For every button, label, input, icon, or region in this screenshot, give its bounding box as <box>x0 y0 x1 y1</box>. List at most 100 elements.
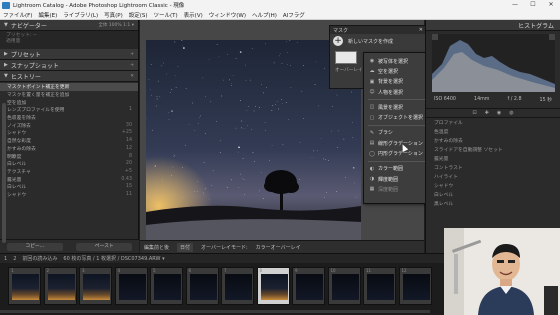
thumbnail-number: 4 <box>117 268 121 273</box>
snapshots-header[interactable]: ▶ スナップショット + <box>0 60 138 71</box>
adjustment-row[interactable]: ハイライト <box>426 172 560 181</box>
menu-photo[interactable]: 写真(P) <box>104 11 123 19</box>
filmstrip-thumbnail[interactable]: 11 <box>363 267 396 305</box>
new-mask-row[interactable]: + 新しいマスクを作成 <box>330 34 426 48</box>
left-panel-scrollbar[interactable] <box>2 103 6 243</box>
close-button[interactable]: ✕ <box>542 0 560 10</box>
filmstrip-thumbnail[interactable]: 2 <box>43 267 77 305</box>
history-clear-icon[interactable]: ✕ <box>130 74 134 79</box>
filmstrip-thumbnail[interactable]: 12 <box>398 267 432 305</box>
menu-library[interactable]: ライブラリ(L) <box>63 11 98 19</box>
source-label[interactable]: 前回の読み込み <box>22 255 57 262</box>
filmstrip-thumbnail[interactable]: 7 <box>221 267 254 305</box>
presets-add-icon[interactable]: + <box>130 52 134 57</box>
menu-tools[interactable]: ツール(T) <box>154 11 178 19</box>
filmstrip-thumbnail[interactable]: 8 <box>256 267 290 305</box>
history-item[interactable]: かすみの除去 12 <box>0 145 138 153</box>
menu-help[interactable]: ヘルプ(H) <box>252 11 277 19</box>
history-item[interactable]: シャドウ 11 <box>0 191 138 199</box>
brush-icon: ✎ <box>369 129 375 136</box>
add-mask-icon[interactable]: + <box>333 36 343 46</box>
shutter-readout: 15 秒 <box>539 98 552 103</box>
adjustment-row[interactable]: 黒レベル <box>426 199 560 208</box>
navigator-zoom-options[interactable]: 全体 100% 1:1 ▾ <box>98 22 134 28</box>
window-controls: — ☐ ✕ <box>506 0 560 10</box>
filmstrip-thumbnail[interactable]: 1 <box>8 267 41 305</box>
close-icon[interactable]: ✕ <box>419 27 423 33</box>
history-item[interactable]: 色収差を除去 <box>0 114 138 122</box>
filmstrip-thumbnail[interactable]: 6 <box>185 267 219 305</box>
history-item[interactable]: 空を追加 <box>0 98 138 106</box>
history-item[interactable]: 明瞭度 8 <box>0 152 138 160</box>
thumbnail-image <box>118 274 146 300</box>
history-item[interactable]: テクスチャ +5 <box>0 168 138 176</box>
before-after-button[interactable]: 編集前と後 <box>144 244 169 251</box>
menu-item-label: 背景を選択 <box>378 79 404 86</box>
menu-settings[interactable]: 設定(S) <box>129 11 148 19</box>
presets-header[interactable]: ▶ プリセット + <box>0 49 138 60</box>
filmstrip-info[interactable]: 60 枚の写真 / 1 枚選択 / DSC07349.ARW ▾ <box>63 255 164 262</box>
navigator-label: ナビゲーター <box>10 22 47 30</box>
navigator-header[interactable]: ▼ ナビゲーター 全体 100% 1:1 ▾ <box>0 20 138 31</box>
filmstrip-thumbnail[interactable]: 4 <box>114 267 148 305</box>
heal-icon[interactable]: ✚ <box>485 110 489 116</box>
maximize-button[interactable]: ☐ <box>524 0 542 10</box>
history-item[interactable]: 白レベル 20 <box>0 160 138 168</box>
menu-ai-flag[interactable]: AIフラグ <box>283 11 305 19</box>
histogram-label: ヒストグラム <box>518 22 554 30</box>
history-item-value: 30 <box>125 122 132 128</box>
menu-view[interactable]: 表示(V) <box>184 11 203 19</box>
filmstrip-thumbnail[interactable]: 5 <box>150 267 183 305</box>
crop-icon[interactable]: ⊡ <box>472 110 476 116</box>
snapshots-add-icon[interactable]: + <box>130 63 134 68</box>
history-item[interactable]: 白レベル 15 <box>0 183 138 191</box>
history-item[interactable]: 自然な彩度 14 <box>0 137 138 145</box>
thumbnail-image <box>225 274 252 300</box>
title-bar: Lightroom Catalog - Adobe Photoshop Ligh… <box>0 0 560 10</box>
adjustment-row[interactable]: かすみの除去 <box>426 136 560 145</box>
adjustment-label: 色温度 <box>434 130 449 135</box>
filmstrip-scrollbar[interactable] <box>0 310 430 313</box>
menu-file[interactable]: ファイル(F) <box>3 11 32 19</box>
menu-item-label: 円形グラデーション <box>378 151 423 158</box>
history-item-label: 空を追加 <box>7 100 27 106</box>
redeye-icon[interactable]: ◉ <box>497 110 501 116</box>
history-item-value: 11 <box>125 191 132 197</box>
history-item[interactable]: シャドウ +25 <box>0 129 138 137</box>
adjustment-row[interactable]: シャドウ <box>426 181 560 190</box>
navigator-body: プリセット: -- 適用量 <box>0 31 138 49</box>
overlay-mode-select[interactable]: カラーオーバーレイ <box>256 244 301 251</box>
histogram-header[interactable]: ヒストグラム <box>426 20 560 31</box>
mask-thumbnail[interactable] <box>335 51 357 64</box>
history-item[interactable]: 露光量 0.43 <box>0 175 138 183</box>
history-item[interactable]: マスクトポイント補正を更新 <box>0 83 138 91</box>
mask-tool-icon[interactable]: ◍ <box>509 110 513 116</box>
screen-1-button[interactable]: 1 <box>4 256 7 262</box>
filmstrip-thumbnail[interactable]: 10 <box>327 267 361 305</box>
shadow-clip-icon <box>432 34 438 40</box>
history-item[interactable]: レンズプロファイルを使用 1 <box>0 106 138 114</box>
paste-button[interactable]: ペースト <box>76 242 133 251</box>
filmstrip-thumbnail[interactable]: 9 <box>292 267 325 305</box>
date-label[interactable]: 日付 <box>177 242 194 252</box>
menu-item-label: カラー範囲 <box>378 166 404 173</box>
adjustment-row[interactable]: 白レベル <box>426 190 560 199</box>
filmstrip-thumbnail[interactable]: 3 <box>79 267 112 305</box>
menu-window[interactable]: ウィンドウ(W) <box>209 11 246 19</box>
history-header[interactable]: ▼ ヒストリー ✕ <box>0 71 138 82</box>
menu-edit[interactable]: 編集(E) <box>38 11 57 19</box>
history-item[interactable]: マスクを置く量を補正を追加 <box>0 91 138 99</box>
adjustment-row[interactable]: プロファイル <box>426 118 560 127</box>
history-label: ヒストリー <box>10 73 41 81</box>
thumbnail-image <box>154 274 181 300</box>
iso-readout: ISO 6400 <box>434 97 456 102</box>
minimize-button[interactable]: — <box>506 0 524 10</box>
screen-2-button[interactable]: 2 <box>13 256 16 262</box>
adjustment-label: スライドアを自動調整 ソセット <box>434 148 503 153</box>
copy-button[interactable]: コピー... <box>6 242 63 251</box>
adjustment-row[interactable]: スライドアを自動調整 ソセット <box>426 145 560 154</box>
adjustment-row[interactable]: 露光量 <box>426 154 560 163</box>
adjustment-row[interactable]: 色温度 <box>426 127 560 136</box>
adjustment-row[interactable]: コントラスト <box>426 163 560 172</box>
history-item[interactable]: ノイズ除去 30 <box>0 121 138 129</box>
